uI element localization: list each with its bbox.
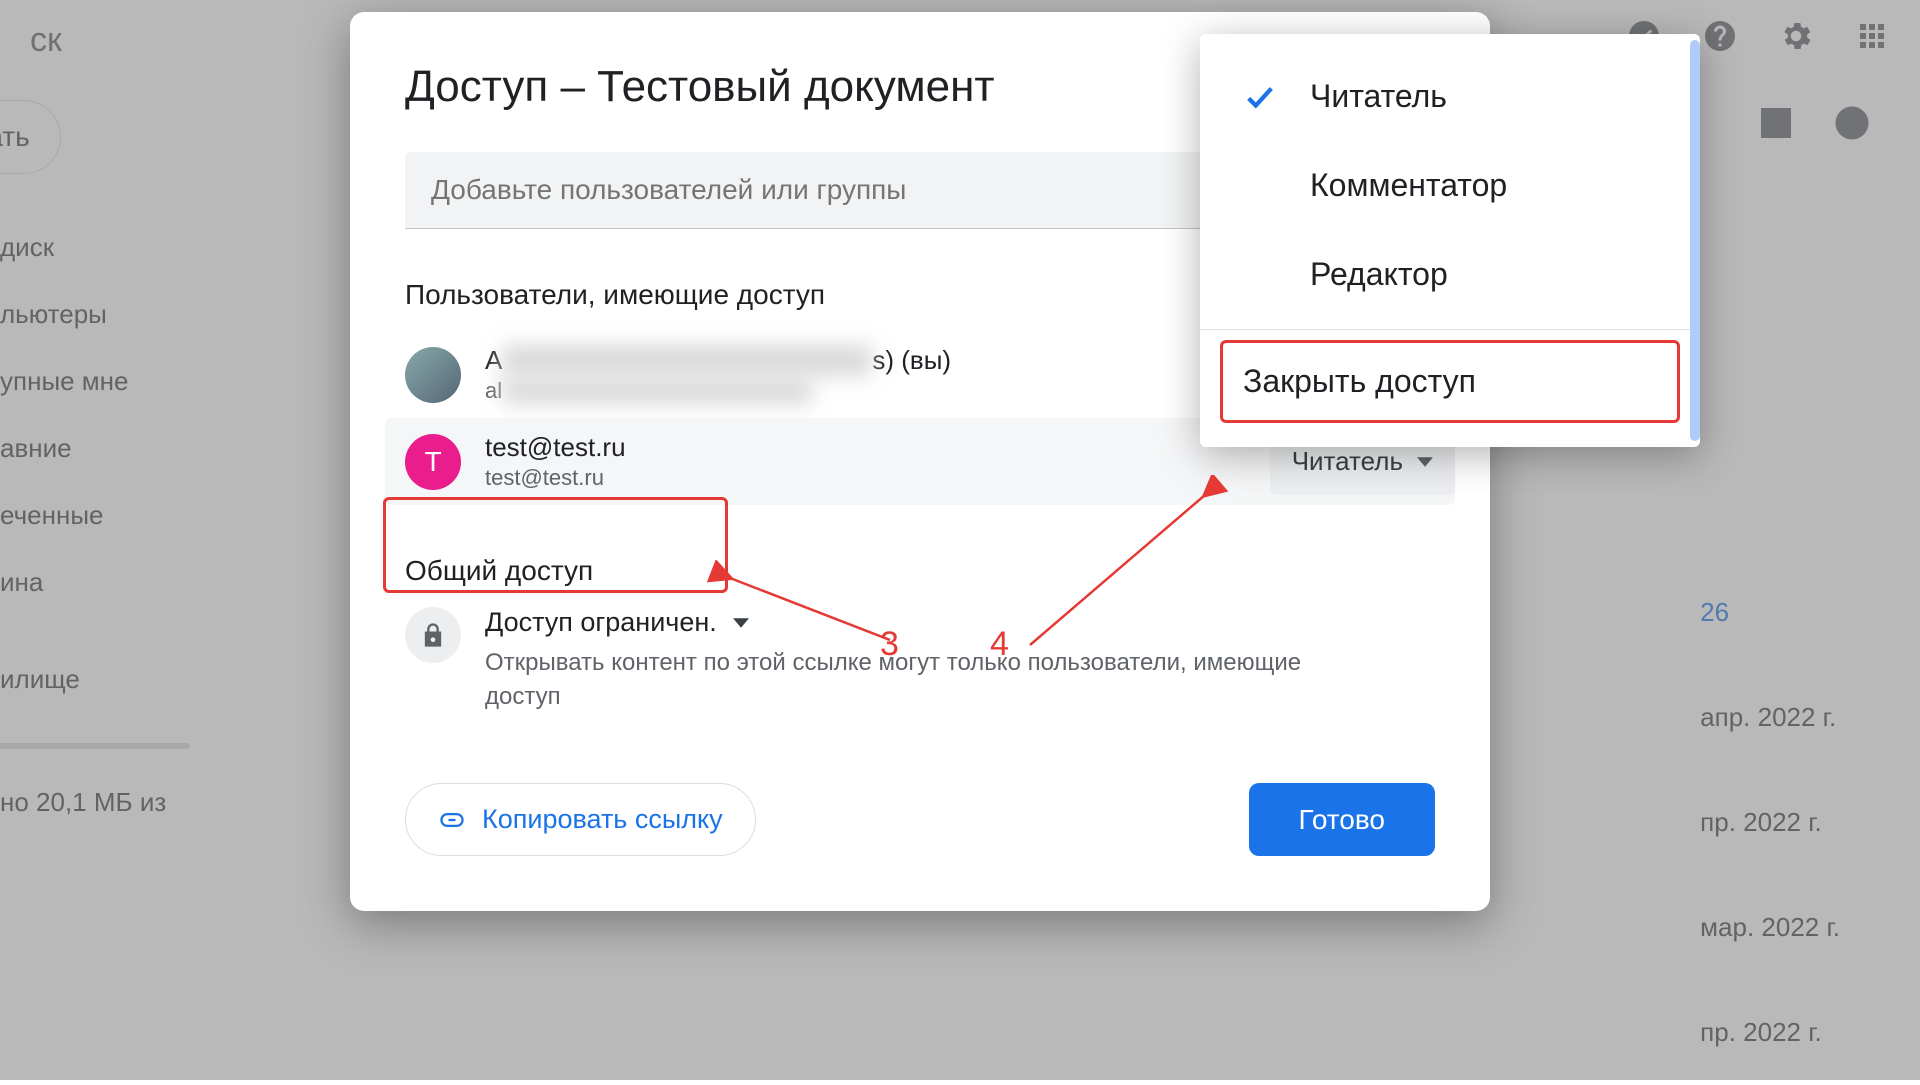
role-option-viewer[interactable]: Читатель [1200,52,1700,141]
owner-avatar [405,347,461,403]
general-access-heading: Общий доступ [405,555,1435,587]
annotation-label-3: 3 [880,625,899,664]
chevron-down-icon [1417,454,1433,470]
copy-link-button[interactable]: Копировать ссылку [405,783,756,856]
general-access-dropdown[interactable]: Доступ ограничен. [485,607,1345,638]
role-option-commenter[interactable]: Комментатор [1200,141,1700,230]
menu-scrollbar[interactable] [1690,40,1700,441]
guest-avatar: T [405,434,461,490]
owner-email: alxxxxxx [485,378,951,404]
check-icon [1240,80,1280,114]
guest-email: test@test.ru [485,465,626,491]
guest-role-label: Читатель [1292,446,1403,477]
lock-icon [405,607,461,663]
copy-link-label: Копировать ссылку [482,804,723,835]
owner-name: Axxxxxxxxxs) (вы) [485,345,951,376]
guest-name: test@test.ru [485,432,626,463]
general-access-description: Открывать контент по этой ссылке могут т… [485,646,1345,713]
role-menu: Читатель Комментатор Редактор Закрыть до… [1200,34,1700,447]
done-button[interactable]: Готово [1249,783,1435,856]
menu-separator [1200,329,1700,330]
chevron-down-icon [733,615,749,631]
general-access-row: Доступ ограничен. Открывать контент по э… [405,607,1435,713]
role-option-editor[interactable]: Редактор [1200,230,1700,319]
link-icon [438,806,466,834]
annotation-label-4: 4 [990,625,1009,664]
role-option-remove-access[interactable]: Закрыть доступ [1220,340,1680,423]
